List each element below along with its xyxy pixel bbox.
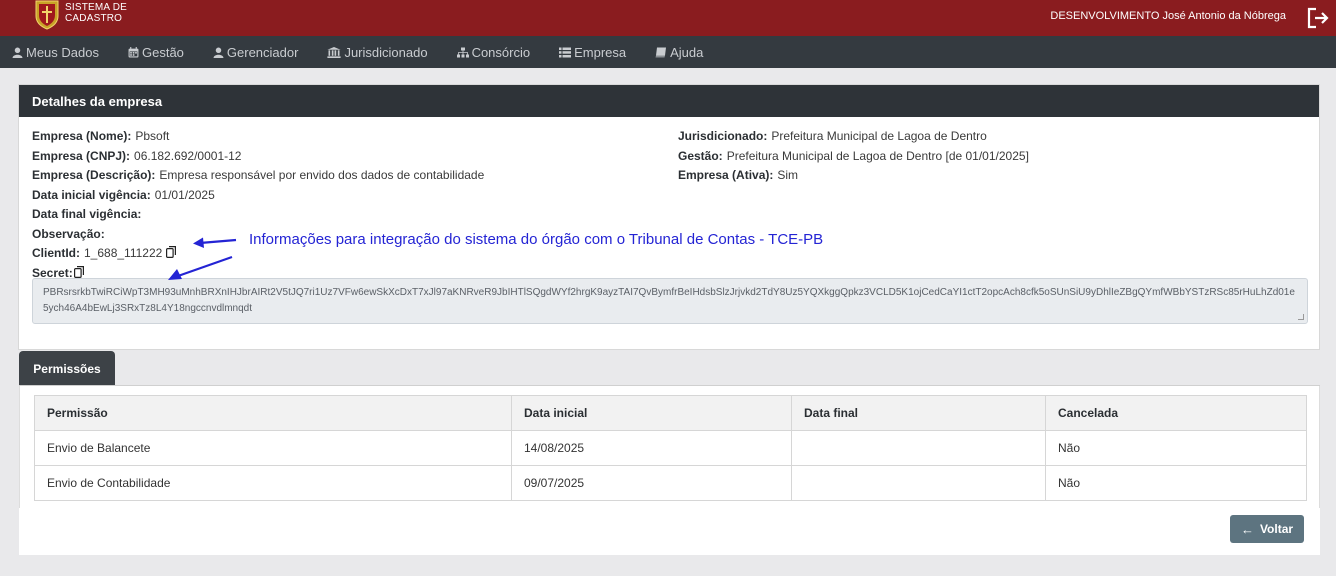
column-header-cancelada: Cancelada: [1045, 395, 1307, 431]
field-jurisdicionado: Jurisdicionado: Prefeitura Municipal de L…: [678, 127, 1029, 147]
field-label: Gestão:: [678, 148, 723, 163]
nav-meus-dados[interactable]: Meus Dados: [12, 45, 99, 60]
field-value: Prefeitura Municipal de Lagoa de Dentro …: [726, 148, 1029, 163]
logo-icon: [35, 0, 59, 30]
table-row: Envio de Contabilidade 09/07/2025 Não: [34, 465, 1307, 501]
system-name-line2: CADASTRO: [65, 13, 123, 24]
copy-icon[interactable]: [73, 265, 84, 278]
column-header-data-final: Data final: [791, 395, 1046, 431]
nav-gerenciador[interactable]: Gerenciador: [213, 44, 299, 60]
field-data-inicial: Data inicial vigência: 01/01/2025: [32, 186, 484, 206]
field-value: 1_688_111222: [84, 246, 163, 260]
field-data-final: Data final vigência:: [32, 205, 484, 225]
cell-data-final: [791, 430, 1046, 466]
nav-label: Gerenciador: [226, 44, 299, 60]
field-gestao: Gestão: Prefeitura Municipal de Lagoa de …: [678, 147, 1029, 167]
nav-empresa[interactable]: Empresa: [559, 45, 626, 60]
arrow-left-icon: ←: [1240, 521, 1254, 537]
field-value: Pbsoft: [135, 129, 170, 143]
field-label: Data final vigência:: [32, 207, 142, 221]
user-icon: [12, 47, 23, 58]
top-bar: SISTEMA DE CADASTRO DESENVOLVIMENTO José…: [0, 0, 1336, 36]
field-label: Data inicial vigência:: [32, 187, 151, 202]
nav-label: Meus Dados: [26, 44, 99, 60]
logout-icon[interactable]: [1306, 7, 1330, 29]
table-header-row: Permissão Data inicial Data final Cancel…: [34, 395, 1307, 431]
cell-data-inicial: 09/07/2025: [511, 465, 792, 501]
arrow-secret-icon: [168, 255, 233, 280]
column-header-data-inicial: Data inicial: [511, 395, 792, 431]
field-value: 01/01/2025: [154, 187, 215, 202]
cell-cancelada: Não: [1045, 430, 1307, 466]
cell-data-final: [791, 465, 1046, 501]
field-label: Empresa (Ativa):: [678, 168, 774, 182]
left-fields: Empresa (Nome): Pbsoft Empresa (CNPJ): 06.…: [32, 127, 484, 283]
cell-cancelada: Não: [1045, 465, 1307, 501]
cell-permissao: Envio de Contabilidade: [34, 465, 512, 501]
field-empresa-cnpj: Empresa (CNPJ): 06.182.692/0001-12: [32, 147, 484, 167]
list-icon: [559, 47, 572, 57]
sitemap-icon: [456, 47, 469, 57]
calendar-icon: [128, 46, 139, 57]
cell-permissao: Envio de Balancete: [34, 430, 512, 466]
table-row: Envio de Balancete 14/08/2025 Não: [34, 430, 1307, 466]
tab-permissoes[interactable]: Permissões: [19, 351, 115, 386]
system-name: SISTEMA DE CADASTRO: [65, 2, 127, 24]
nav-jurisdicionado[interactable]: Jurisdicionado: [327, 44, 428, 60]
company-details-card: Detalhes da empresa Empresa (Nome): Pbsof…: [18, 84, 1320, 350]
nav-ajuda[interactable]: Ajuda: [655, 45, 703, 60]
permissions-table: Permissão Data inicial Data final Cancel…: [34, 395, 1307, 501]
field-label: Jurisdicionado:: [678, 129, 768, 143]
field-empresa-descricao: Empresa (Descrição): Empresa responsável …: [32, 166, 484, 186]
nav-label: Empresa: [574, 44, 627, 60]
back-button[interactable]: ← Voltar: [1230, 515, 1304, 543]
nav-label: Gestão: [141, 44, 184, 60]
resize-handle[interactable]: [1298, 314, 1304, 320]
main-nav: Meus Dados Gestão Gerenciador Jurisdicio…: [0, 36, 1336, 68]
nav-label: Ajuda: [670, 44, 704, 60]
field-label: Empresa (Nome):: [32, 129, 132, 143]
field-value: 06.182.692/0001-12: [134, 148, 242, 163]
cell-data-inicial: 14/08/2025: [511, 430, 792, 466]
card-title: Detalhes da empresa: [19, 85, 1319, 117]
field-label: Empresa (Descrição):: [32, 168, 156, 182]
permissions-panel: Permissão Data inicial Data final Cancel…: [19, 386, 1320, 508]
field-label: Observação:: [32, 226, 105, 241]
user-name: DESENVOLVIMENTO José Antonio da Nóbrega: [1050, 10, 1286, 22]
arrow-clientid-icon: [193, 237, 237, 248]
book-icon: [655, 47, 667, 57]
annotation-text: Informações para integração do sistema d…: [249, 231, 824, 248]
nav-gestao[interactable]: Gestão: [128, 45, 184, 60]
right-fields: Jurisdicionado: Prefeitura Municipal de L…: [678, 127, 1029, 186]
field-value: Empresa responsável por envido dos dados…: [159, 168, 485, 182]
institution-icon: [327, 46, 342, 58]
footer: ← Voltar: [19, 508, 1320, 555]
field-value: Prefeitura Municipal de Lagoa de Dentro: [771, 129, 987, 143]
system-name-line1: SISTEMA DE: [65, 2, 128, 13]
field-label: Empresa (CNPJ):: [32, 148, 131, 163]
field-empresa-nome: Empresa (Nome): Pbsoft: [32, 127, 484, 147]
field-value: Sim: [777, 168, 799, 182]
back-button-label: Voltar: [1259, 522, 1294, 536]
field-empresa-ativa: Empresa (Ativa): Sim: [678, 166, 1029, 186]
nav-label: Consórcio: [471, 44, 531, 60]
user-icon: [213, 47, 224, 58]
nav-consorcio[interactable]: Consórcio: [456, 44, 531, 60]
secret-textarea[interactable]: PBRsrsrkbTwiRCiWpT3MH93uMnhBRXnIHJbrAIRt…: [32, 278, 1308, 324]
nav-label: Jurisdicionado: [344, 44, 428, 60]
column-header-permissao: Permissão: [34, 395, 512, 431]
field-label: ClientId:: [32, 246, 80, 260]
